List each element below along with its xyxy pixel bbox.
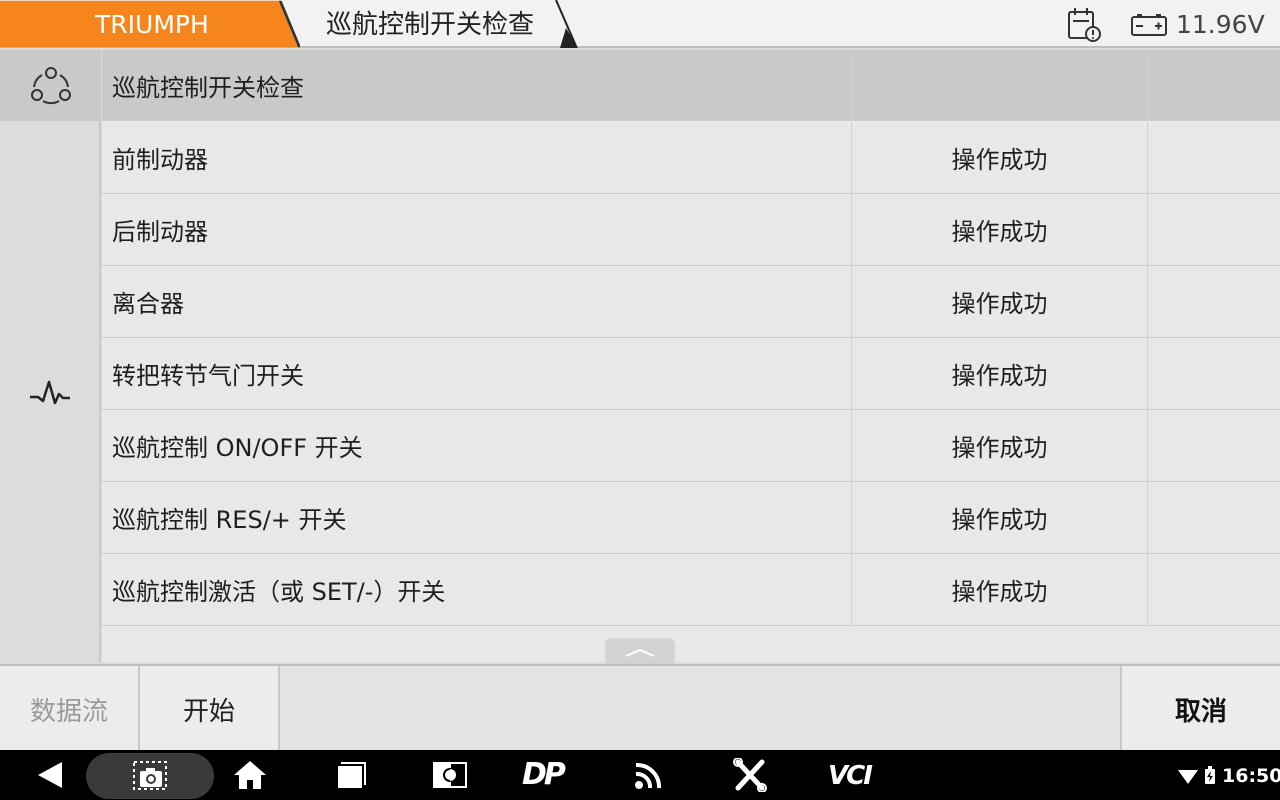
chevron-up-icon [625, 648, 655, 657]
row-value: 操作成功 [852, 338, 1148, 409]
table-row[interactable]: 巡航控制 RES/+ 开关 操作成功 [102, 482, 1280, 554]
row-unit [1148, 410, 1280, 481]
battery-voltage: 11.96V [1176, 10, 1265, 39]
table-title: 巡航控制开关检查 [102, 50, 852, 120]
row-unit [1148, 554, 1280, 625]
breadcrumb-title: 巡航控制开关检查 [326, 10, 535, 40]
scroll-up-handle[interactable] [606, 640, 674, 664]
screenshot-icon [133, 761, 167, 790]
recents-icon[interactable] [330, 758, 370, 792]
row-value: 操作成功 [852, 554, 1148, 625]
header-value-cell [852, 50, 1148, 120]
row-value: 操作成功 [852, 266, 1148, 337]
row-name: 前制动器 [102, 122, 852, 193]
group-icon[interactable] [30, 65, 72, 105]
wifi-battery-status-icon [1178, 766, 1215, 784]
bottom-toolbar: 数据流 开始 取消 [0, 664, 1280, 752]
table-row[interactable]: 巡航控制 ON/OFF 开关 操作成功 [102, 410, 1280, 482]
status-clock: 16:50 [1222, 765, 1280, 787]
top-header: TRIUMPH 巡航控制开关检查 11.96V [0, 0, 1280, 48]
start-button[interactable]: 开始 [140, 666, 280, 752]
signal-icon[interactable] [630, 758, 670, 792]
row-unit [1148, 194, 1280, 265]
vci-icon[interactable]: VCI [828, 756, 884, 794]
row-name: 巡航控制 ON/OFF 开关 [102, 410, 852, 481]
header-unit-cell [1148, 50, 1280, 120]
report-clock-icon[interactable] [1064, 6, 1104, 44]
row-value: 操作成功 [852, 122, 1148, 193]
row-unit [1148, 482, 1280, 553]
row-value: 操作成功 [852, 410, 1148, 481]
back-icon[interactable] [32, 758, 72, 792]
table-row[interactable]: 转把转节气门开关 操作成功 [102, 338, 1280, 410]
row-name: 转把转节气门开关 [102, 338, 852, 409]
left-sidebar [0, 50, 101, 662]
tools-icon[interactable] [730, 758, 770, 792]
waveform-icon[interactable] [29, 378, 71, 408]
row-value: 操作成功 [852, 482, 1148, 553]
brightness-icon[interactable] [430, 758, 470, 792]
table-header-row: 巡航控制开关检查 [102, 50, 1280, 121]
table-row[interactable]: 离合器 操作成功 [102, 266, 1280, 338]
datastream-button[interactable]: 数据流 [0, 666, 140, 752]
results-table: 巡航控制开关检查 前制动器 操作成功 后制动器 操作成功 离合器 操作成功 转把… [102, 50, 1280, 664]
table-row[interactable]: 前制动器 操作成功 [102, 122, 1280, 194]
dp-icon[interactable]: DP [522, 756, 578, 794]
table-row[interactable]: 后制动器 操作成功 [102, 194, 1280, 266]
cancel-button[interactable]: 取消 [1120, 666, 1280, 752]
battery-icon [1131, 14, 1167, 36]
system-navbar: DP VCI 16:50 [0, 750, 1280, 800]
table-row[interactable]: 巡航控制激活（或 SET/-）开关 操作成功 [102, 554, 1280, 626]
sidebar-header [0, 50, 100, 121]
row-name: 巡航控制激活（或 SET/-）开关 [102, 554, 852, 625]
row-unit [1148, 266, 1280, 337]
row-unit [1148, 338, 1280, 409]
row-name: 离合器 [102, 266, 852, 337]
row-name: 后制动器 [102, 194, 852, 265]
home-icon[interactable] [230, 758, 270, 792]
row-value: 操作成功 [852, 194, 1148, 265]
screenshot-button[interactable] [86, 753, 214, 799]
row-name: 巡航控制 RES/+ 开关 [102, 482, 852, 553]
row-unit [1148, 122, 1280, 193]
